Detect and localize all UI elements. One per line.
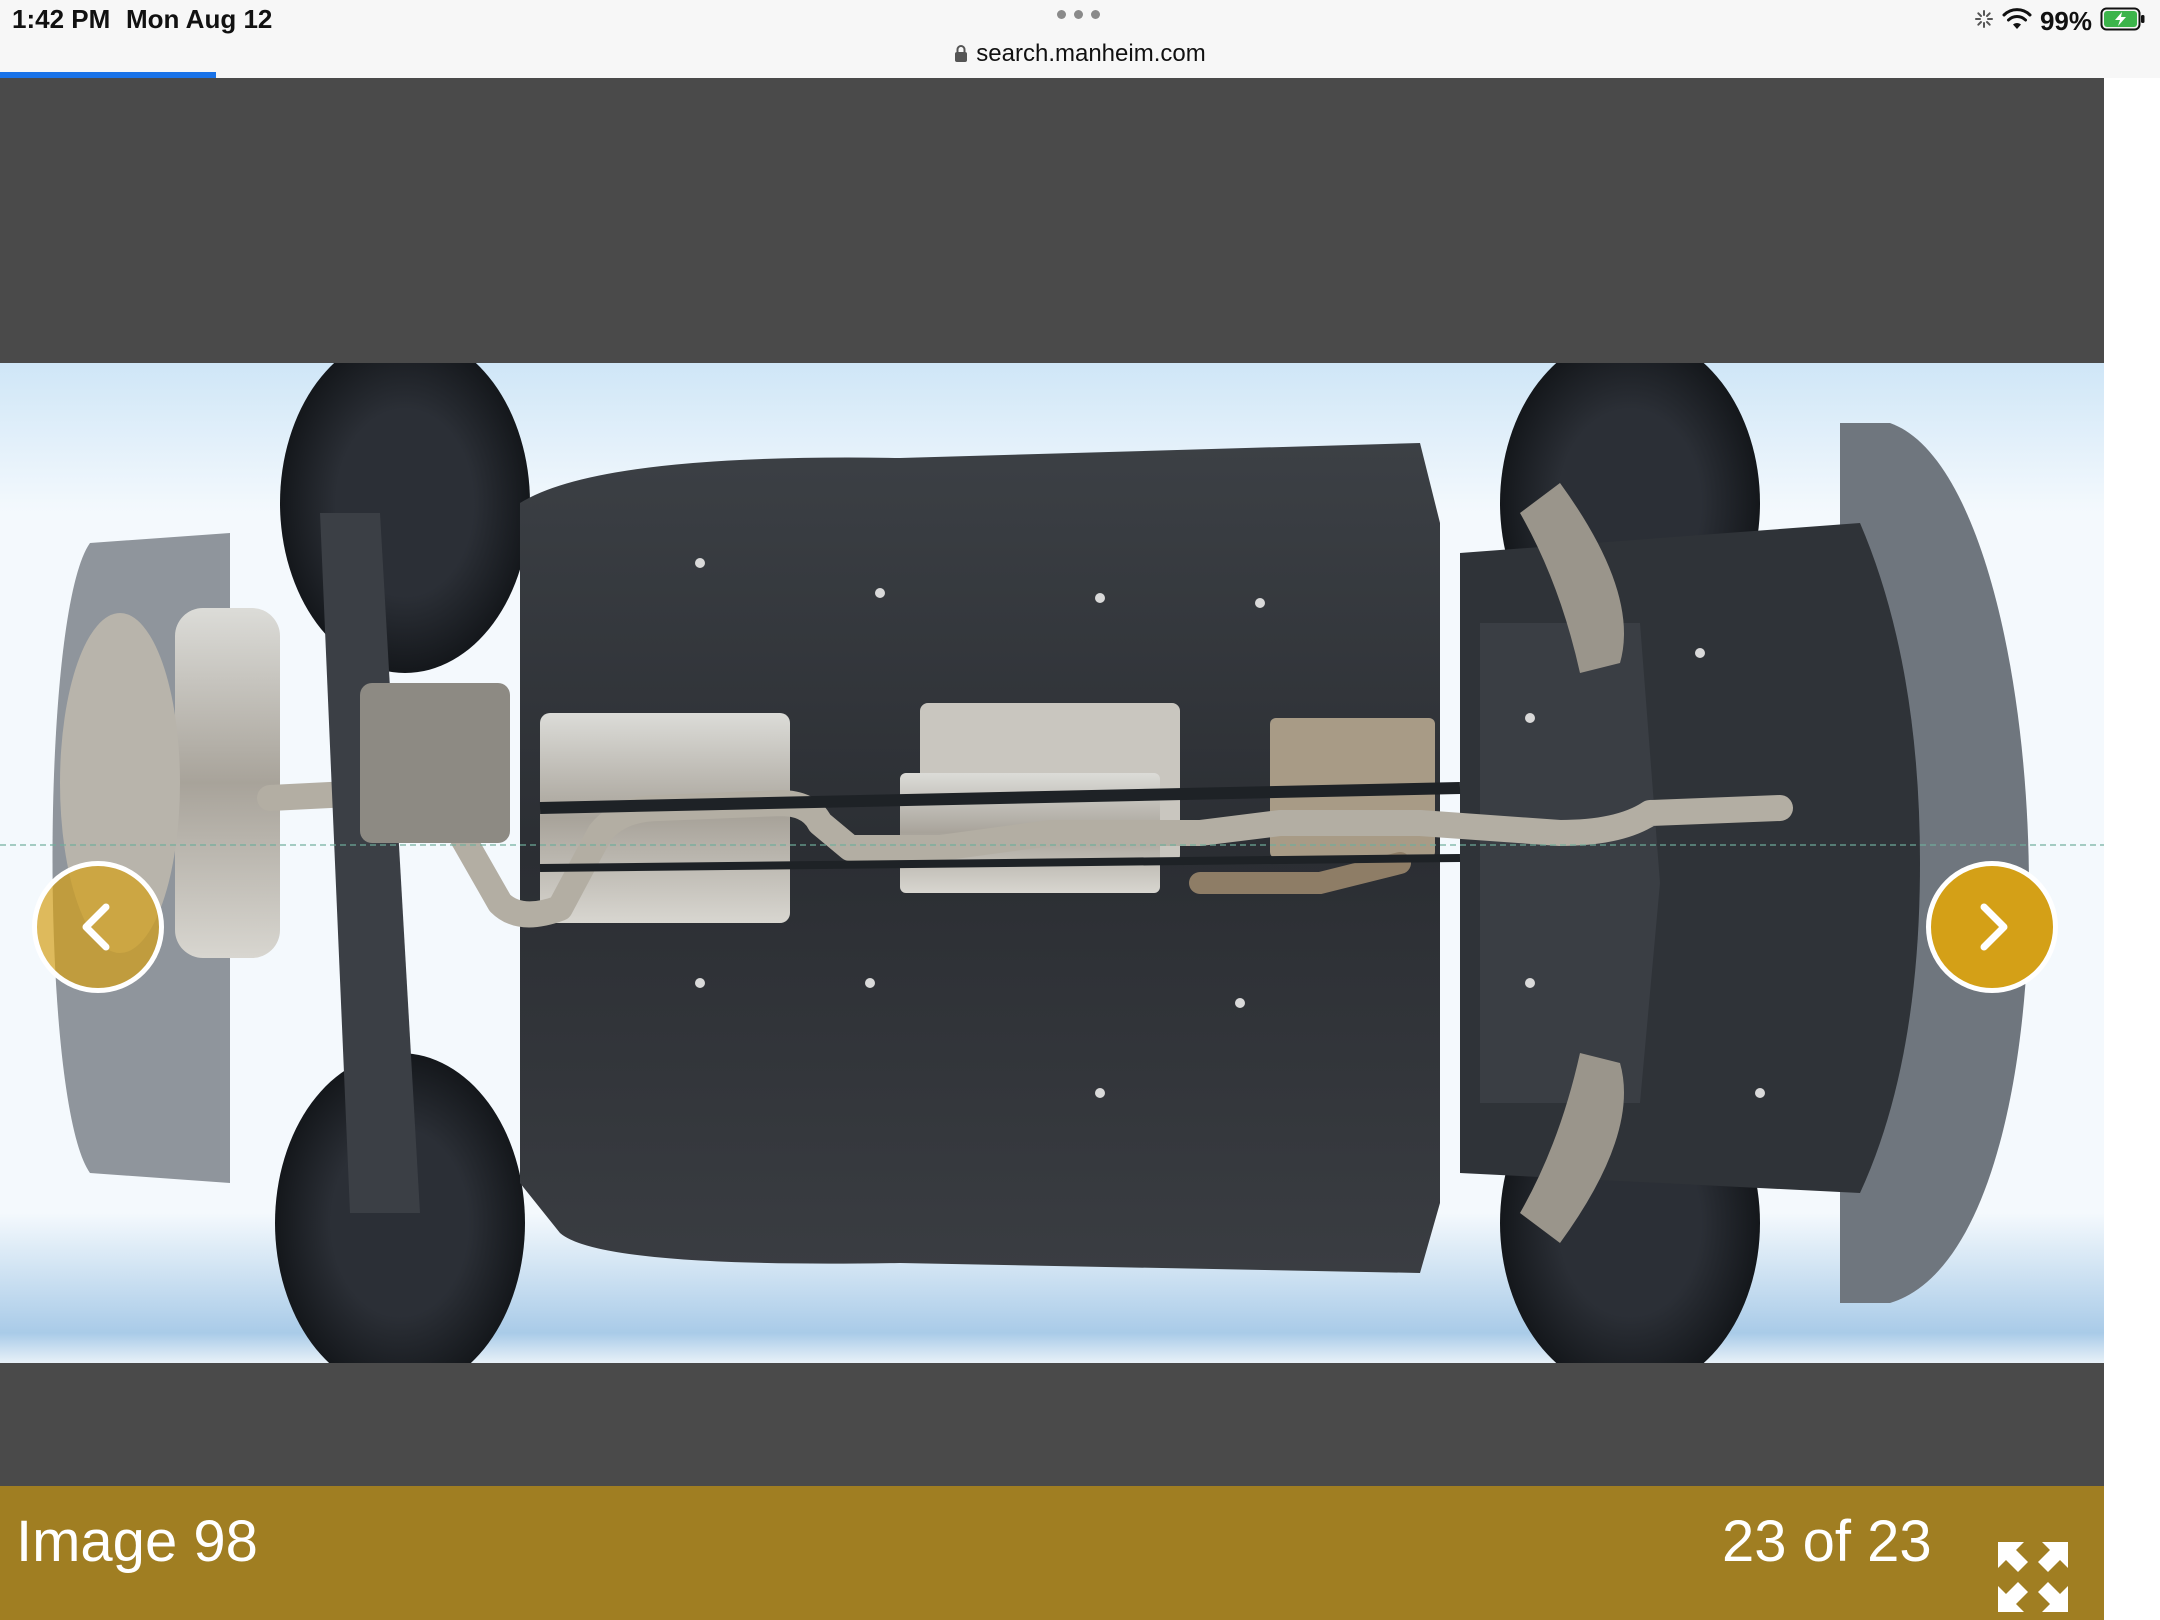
- lock-icon: [954, 41, 968, 69]
- image-viewer: [0, 78, 2104, 1620]
- address-bar[interactable]: search.manheim.com: [0, 40, 2160, 69]
- wifi-icon: [2002, 8, 2032, 35]
- activity-spinner-icon: [1974, 9, 1994, 34]
- status-indicators: 99%: [1974, 6, 2146, 37]
- undercarriage-photo: [0, 363, 2104, 1363]
- battery-charging-icon: [2100, 7, 2146, 36]
- status-time: 1:42 PM: [12, 4, 111, 34]
- chevron-right-icon: [1980, 903, 2008, 951]
- battery-percent: 99%: [2039, 6, 2092, 36]
- status-bar: 1:42 PM Mon Aug 12 search.manheim.com 99…: [0, 0, 2160, 79]
- image-caption: Image 98: [16, 1509, 258, 1574]
- tab-more-dots-icon[interactable]: [1057, 10, 1100, 19]
- previous-image-button[interactable]: [32, 861, 164, 993]
- expand-icon: [1998, 1542, 2068, 1612]
- next-image-button[interactable]: [1926, 861, 2058, 993]
- image-counter: 23 of 23: [1722, 1509, 1932, 1574]
- image-caption-bar: Image 98 23 of 23: [0, 1486, 2104, 1620]
- status-date: Mon Aug 12: [126, 4, 273, 34]
- page-gutter: [2104, 78, 2160, 1620]
- chevron-left-icon: [82, 903, 110, 951]
- fullscreen-button[interactable]: [1996, 1540, 2070, 1614]
- url-text: search.manheim.com: [976, 40, 1206, 67]
